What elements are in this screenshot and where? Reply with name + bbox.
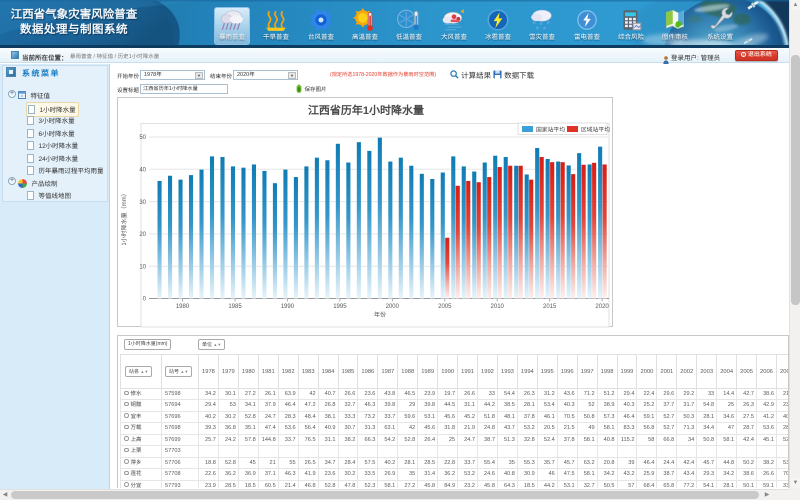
svg-text:*: *: [536, 25, 540, 33]
svg-text:2000: 2000: [386, 304, 400, 310]
svg-text:10: 10: [139, 264, 146, 270]
svg-text:*: *: [543, 26, 547, 33]
svg-text:2010: 2010: [491, 304, 505, 310]
svg-text:1985: 1985: [228, 304, 242, 310]
svg-text:1980: 1980: [176, 304, 190, 310]
svg-text:40: 40: [139, 168, 146, 174]
svg-text:50: 50: [139, 135, 146, 141]
svg-text:1小时降水量（mm）: 1小时降水量（mm）: [120, 190, 128, 245]
svg-text:区域站平均: 区域站平均: [581, 127, 610, 134]
svg-text:1990: 1990: [281, 304, 295, 310]
svg-text:*: *: [546, 20, 550, 31]
svg-text:20: 20: [139, 232, 146, 238]
svg-text:2005: 2005: [438, 304, 452, 310]
svg-text:30: 30: [139, 200, 146, 206]
svg-text:1995: 1995: [333, 304, 347, 310]
svg-text:2015: 2015: [543, 304, 557, 310]
svg-text:年份: 年份: [374, 311, 386, 319]
svg-text:国家站平均: 国家站平均: [536, 127, 565, 134]
svg-text:2020: 2020: [595, 304, 609, 310]
